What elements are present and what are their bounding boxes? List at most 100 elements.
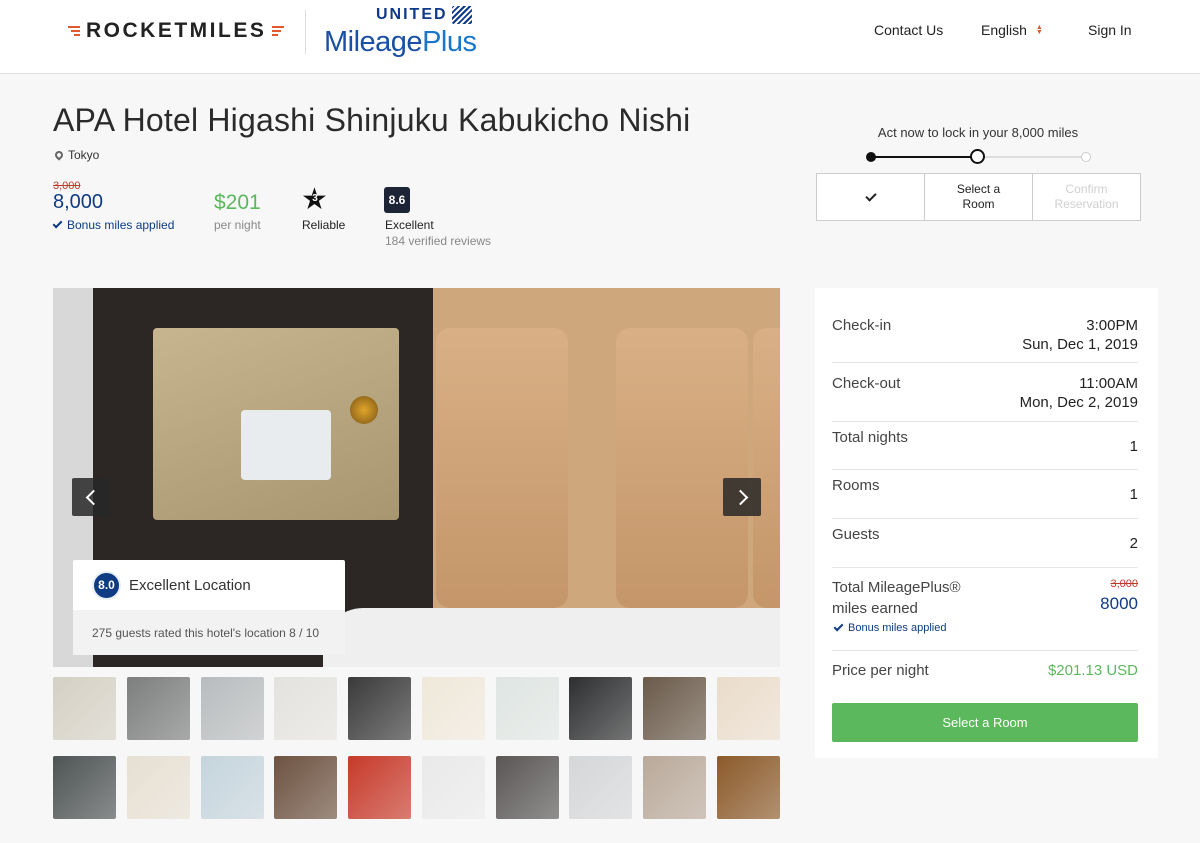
photo-thumbnail[interactable] [495,677,559,740]
photo-thumbnail[interactable] [569,677,633,740]
location-rating-caption: 275 guests rated this hotel's location 8… [73,610,345,655]
step-confirm-label: Confirm Reservation [1054,182,1119,211]
progress-step-dot-done [866,152,876,162]
bonus-miles: 8,000 [53,191,104,213]
photo-thumbnail[interactable] [126,677,190,740]
photo-thumbnail[interactable] [274,756,338,819]
guests-label: Guests [832,526,880,543]
photo-thumbnails-row-2 [53,756,780,819]
checkout-row: Check-out 11:00AM Mon, Dec 2, 2019 [832,368,1138,422]
rooms-label: Rooms [832,477,880,494]
miles-earned-row: Total MileagePlus® miles earned 3,000 80… [832,568,1138,651]
photo-thumbnail[interactable] [348,756,412,819]
checkout-value: 11:00AM Mon, Dec 2, 2019 [1020,374,1138,412]
review-count[interactable]: 184 verified reviews [385,234,491,248]
rocketmiles-logo[interactable]: ROCKETMILES [68,19,285,43]
checkin-value: 3:00PM Sun, Dec 1, 2019 [1022,316,1138,354]
step-select-room[interactable]: Select a Room [925,174,1033,220]
chevron-left-icon [85,489,101,505]
checkout-time: 11:00AM [1079,375,1138,392]
control-display [241,410,331,480]
language-selector[interactable]: English ▲ ▼ [981,22,1043,38]
step-select-room-label: Select a Room [956,182,1001,211]
photo-thumbnail[interactable] [348,677,412,740]
headboard-panel [616,328,748,608]
location-rating-title: Excellent Location [129,576,251,594]
photo-thumbnail[interactable] [643,756,707,819]
headboard-panel [753,328,780,608]
price-value: $201.13 USD [1047,662,1138,679]
photo-thumbnail[interactable] [274,677,338,740]
guests-value: 2 [1129,535,1138,552]
photo-thumbnail[interactable] [716,677,780,740]
checkin-time: 3:00PM [1086,317,1138,334]
photo-thumbnail[interactable] [569,756,633,819]
price-row: Price per night $201.13 USD [832,651,1138,699]
hotel-name: APA Hotel Higashi Shinjuku Kabukicho Nis… [53,102,691,138]
review-score-label: Excellent [385,218,434,232]
rocket-trail-icon [68,26,80,36]
checkmark-icon [833,621,844,632]
progress-fill [870,156,978,158]
checkin-date: Sun, Dec 1, 2019 [1022,336,1138,353]
photo-thumbnail[interactable] [53,677,116,740]
chevron-right-icon [732,489,748,505]
review-score-badge: 8.6 [384,187,410,213]
checkmark-icon [52,218,63,229]
nights-value: 1 [1129,438,1138,455]
bonus-text: Bonus miles applied [67,218,175,232]
booking-steps: Select a Room Confirm Reservation [816,173,1141,221]
select-room-button[interactable]: Select a Room [832,703,1138,742]
contact-us-link[interactable]: Contact Us [874,22,943,38]
photo-thumbnail[interactable] [421,756,485,819]
checkin-label: Check-in [832,317,892,334]
photo-thumbnail[interactable] [716,756,780,819]
checkout-label: Check-out [832,375,901,392]
star-rating-label: Reliable [302,218,346,232]
control-knob [350,396,378,424]
photo-thumbnail[interactable] [421,677,485,740]
bonus-text: Bonus miles applied [848,622,947,634]
photo-thumbnail[interactable] [643,677,707,740]
next-photo-button[interactable] [723,478,761,516]
united-wordmark: UNITED [376,6,448,23]
united-logo: UNITED [376,6,472,24]
sort-arrows-icon: ▲ ▼ [1035,24,1043,36]
booking-summary-panel: Check-in 3:00PM Sun, Dec 1, 2019 Check-ou… [815,288,1158,758]
miles-earned-label: Total MileagePlus® miles earned [832,579,961,617]
photo-thumbnails-row-1 [53,677,780,740]
headboard-panel [436,328,568,608]
location-rating-header: 8.0 Excellent Location [73,560,345,610]
language-label: English [981,22,1027,38]
checkmark-icon [864,189,877,202]
location-score-badge: 8.0 [92,570,121,600]
mileageplus-logo: MileagePlus [324,26,477,59]
nights-row: Total nights 1 [832,422,1138,470]
nightly-price: $201 [214,191,261,214]
photo-thumbnail[interactable] [200,756,264,819]
checkin-row: Check-in 3:00PM Sun, Dec 1, 2019 [832,310,1138,363]
photo-thumbnail[interactable] [126,756,190,819]
mileage-text: Mileage [324,26,423,58]
rooms-row: Rooms 1 [832,470,1138,519]
price-unit: per night [214,218,261,232]
previous-photo-button[interactable] [72,478,110,516]
logo-divider [305,10,306,54]
hotel-photo-carousel[interactable]: 8.0 Excellent Location 275 guests rated … [53,288,780,667]
rocketmiles-wordmark: ROCKETMILES [86,19,267,42]
photo-thumbnail[interactable] [53,756,116,819]
rooms-value: 1 [1129,486,1138,503]
photo-thumbnail[interactable] [495,756,559,819]
sign-in-link[interactable]: Sign In [1088,22,1132,38]
guests-row: Guests 2 [832,519,1138,568]
step-confirm-reservation: Confirm Reservation [1033,174,1140,220]
progress-step-dot-upcoming [1081,152,1091,162]
progress-step-dot-current [970,149,985,164]
location-text: Tokyo [68,148,100,162]
lock-in-message: Act now to lock in your 8,000 miles [877,125,1079,140]
star-rating-value: 3 [312,193,318,204]
bonus-miles-note: Bonus miles applied [833,621,947,634]
top-header: ROCKETMILES UNITED MileagePlus Contact U… [0,0,1200,74]
photo-thumbnail[interactable] [200,677,264,740]
location-rating-card: 8.0 Excellent Location 275 guests rated … [73,560,345,655]
